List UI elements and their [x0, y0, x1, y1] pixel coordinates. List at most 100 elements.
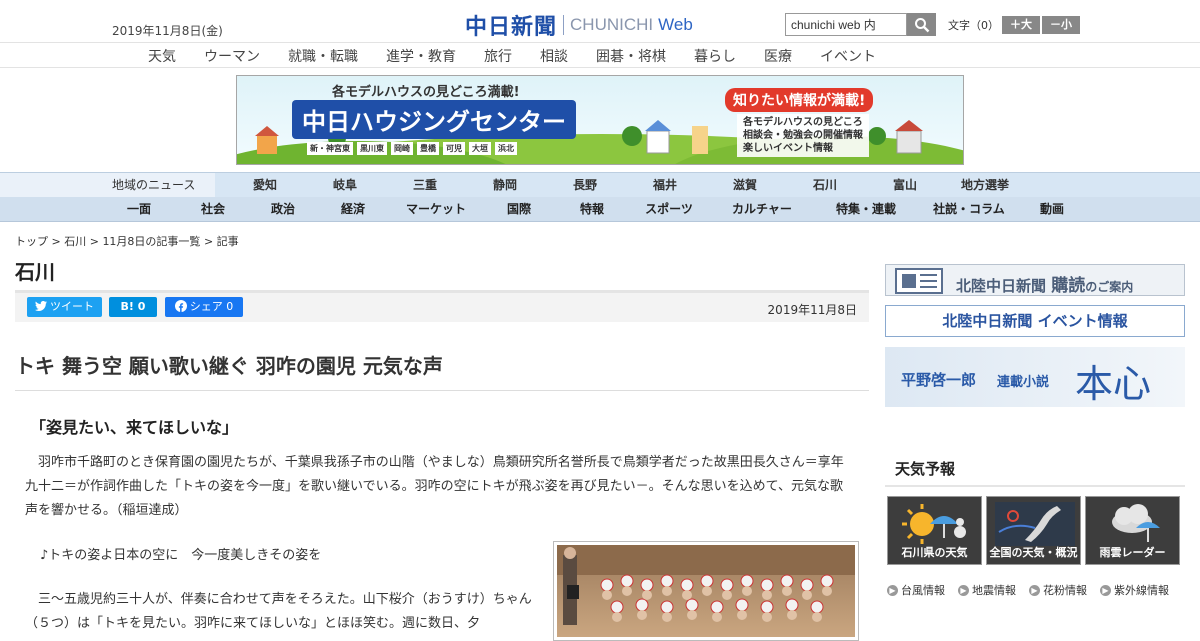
- region-local-election[interactable]: 地方選挙: [945, 173, 1025, 197]
- weather-tile-ishikawa[interactable]: 石川県の天気: [887, 496, 982, 565]
- typhoon-link[interactable]: ▶ 台風情報: [887, 582, 945, 598]
- cat-economy[interactable]: 経済: [318, 197, 388, 222]
- weather-tile-radar-label: 雨雲レーダー: [1099, 546, 1166, 559]
- tweet-button[interactable]: ツイート: [27, 297, 102, 317]
- banner-main-title: 中日ハウジングセンター: [292, 100, 576, 139]
- logo-en: CHUNICHI: [570, 15, 654, 34]
- facebook-share-label: シェア 0: [189, 300, 234, 313]
- subscribe-text: 北陸中日新聞 購読のご案内: [956, 271, 1133, 296]
- cat-special-report[interactable]: 特報: [554, 197, 630, 222]
- breadcrumb-list[interactable]: 11月8日の記事一覧: [102, 235, 200, 248]
- font-smaller-button[interactable]: －小: [1042, 16, 1080, 34]
- region-ishikawa[interactable]: 石川: [785, 173, 865, 197]
- arrow-right-icon: ▶: [958, 585, 969, 596]
- subscribe-title: 北陸中日新聞: [956, 277, 1047, 295]
- banner-areas: 新・神宮東 黒川東 岡崎 豊橋 可児 大垣 浜北: [307, 142, 517, 155]
- novel-label: 連載小説: [997, 375, 1050, 390]
- cat-front[interactable]: 一面: [100, 197, 178, 222]
- font-larger-button[interactable]: ＋大: [1002, 16, 1040, 34]
- serial-novel-banner[interactable]: 平野啓一郎 連載小説 本心: [885, 347, 1185, 407]
- newspaper-icon: [895, 268, 943, 294]
- region-nav-label: 地域のニュース: [0, 173, 215, 197]
- nav-top-advice[interactable]: 相談: [540, 46, 568, 66]
- subscribe-banner[interactable]: 北陸中日新聞 購読のご案内: [885, 264, 1185, 296]
- nav-top-weather[interactable]: 天気: [148, 46, 176, 66]
- article-photo[interactable]: [553, 541, 859, 641]
- cat-culture[interactable]: カルチャー: [708, 197, 816, 222]
- weather-tile-radar[interactable]: 雨雲レーダー: [1085, 496, 1180, 565]
- logo-separator: [563, 15, 565, 35]
- cat-society[interactable]: 社会: [178, 197, 248, 222]
- site-logo[interactable]: 中日新聞 CHUNICHI Web: [465, 9, 693, 41]
- breadcrumb-sep-1: >: [51, 235, 61, 248]
- cat-editorial[interactable]: 社説・コラム: [916, 197, 1022, 222]
- article-subhead: 「姿見たい、来てほしいな」: [30, 418, 239, 437]
- section-title: 石川: [15, 260, 55, 284]
- tweet-label: ツイート: [50, 300, 94, 313]
- logo-web: Web: [658, 15, 693, 34]
- article-lead: 羽咋市千路町のとき保育園の園児たちが、千葉県我孫子市の山階（やましな）鳥類研究所…: [25, 455, 844, 518]
- nav-top-living[interactable]: 暮らし: [694, 46, 736, 66]
- site-header: 2019年11月8日(金) 中日新聞 CHUNICHI Web 文字（0） ＋大…: [0, 0, 1200, 42]
- nav-top-woman[interactable]: ウーマン: [204, 46, 260, 66]
- breadcrumb-current: 記事: [216, 235, 239, 248]
- area-shin-jingu: 新・神宮東: [307, 142, 353, 155]
- cat-video[interactable]: 動画: [1022, 197, 1082, 222]
- region-mie[interactable]: 三重: [385, 173, 465, 197]
- facebook-share-button[interactable]: シェア 0: [165, 297, 243, 317]
- uv-link[interactable]: ▶ 紫外線情報: [1100, 582, 1169, 598]
- pollen-link[interactable]: ▶ 花粉情報: [1029, 582, 1087, 598]
- banner-item-1: 各モデルハウスの見どころ: [743, 117, 863, 128]
- nav-top-travel[interactable]: 旅行: [484, 46, 512, 66]
- search-input[interactable]: [785, 13, 907, 36]
- region-shiga[interactable]: 滋賀: [705, 173, 785, 197]
- area-ogaki: 大垣: [469, 142, 491, 155]
- region-nagano[interactable]: 長野: [545, 173, 625, 197]
- region-fukui[interactable]: 福井: [625, 173, 705, 197]
- twitter-icon: [35, 301, 47, 311]
- cat-market[interactable]: マーケット: [388, 197, 484, 222]
- area-okazaki: 岡崎: [391, 142, 413, 155]
- weather-map-icon: [995, 502, 1075, 546]
- area-kani: 可児: [443, 142, 465, 155]
- nav-top-jobs[interactable]: 就職・転職: [288, 46, 358, 66]
- weather-title: 天気予報: [895, 460, 956, 478]
- typhoon-link-label: 台風情報: [901, 584, 945, 597]
- region-toyama[interactable]: 富山: [865, 173, 945, 197]
- banner-item-3: 楽しいイベント情報: [743, 143, 833, 154]
- area-hamakita: 浜北: [495, 142, 517, 155]
- photo-illustration: [557, 545, 855, 625]
- banner-right-list: 各モデルハウスの見どころ 相談会・勉強会の開催情報 楽しいイベント情報: [737, 114, 869, 157]
- banner-right-title: 知りたい情報が満載!: [725, 88, 874, 112]
- arrow-right-icon: ▶: [1100, 585, 1111, 596]
- nav-top-medical[interactable]: 医療: [764, 46, 792, 66]
- region-aichi[interactable]: 愛知: [225, 173, 305, 197]
- nav-top-igo-shogi[interactable]: 囲碁・将棋: [596, 46, 666, 66]
- banner-item-2: 相談会・勉強会の開催情報: [743, 130, 863, 141]
- weather-tile-national[interactable]: 全国の天気・概況: [986, 496, 1081, 565]
- nav-top-event[interactable]: イベント: [820, 46, 876, 66]
- novel-title: 本心: [1075, 362, 1152, 406]
- search-button[interactable]: [907, 13, 936, 36]
- cat-sports[interactable]: スポーツ: [630, 197, 708, 222]
- article-lyric: ♪トキの姿よ日本の空に 今一度美しきその姿を: [40, 548, 322, 563]
- category-nav: 一面 社会 政治 経済 マーケット 国際 特報 スポーツ カルチャー 特集・連載…: [0, 197, 1200, 222]
- housing-center-banner[interactable]: 各モデルハウスの見どころ満載! 中日ハウジングセンター 新・神宮東 黒川東 岡崎…: [236, 75, 964, 165]
- uv-link-label: 紫外線情報: [1114, 584, 1169, 597]
- weather-tile-national-label: 全国の天気・概況: [989, 546, 1078, 559]
- earthquake-link[interactable]: ▶ 地震情報: [958, 582, 1016, 598]
- hatena-bookmark-button[interactable]: B! 0: [109, 297, 157, 317]
- breadcrumb-region[interactable]: 石川: [64, 235, 86, 248]
- header-date: 2019年11月8日(金): [112, 24, 223, 38]
- cat-features[interactable]: 特集・連載: [816, 197, 916, 222]
- cat-international[interactable]: 国際: [484, 197, 554, 222]
- nav-top-education[interactable]: 進学・教育: [386, 46, 456, 66]
- region-gifu[interactable]: 岐阜: [305, 173, 385, 197]
- breadcrumb-top[interactable]: トップ: [15, 235, 48, 248]
- arrow-right-icon: ▶: [887, 585, 898, 596]
- cat-politics[interactable]: 政治: [248, 197, 318, 222]
- region-nav: 地域のニュース 愛知 岐阜 三重 静岡 長野 福井 滋賀 石川 富山 地方選挙: [0, 172, 1200, 197]
- pollen-link-label: 花粉情報: [1043, 584, 1087, 597]
- event-info-banner[interactable]: 北陸中日新聞 イベント情報: [885, 305, 1185, 337]
- region-shizuoka[interactable]: 静岡: [465, 173, 545, 197]
